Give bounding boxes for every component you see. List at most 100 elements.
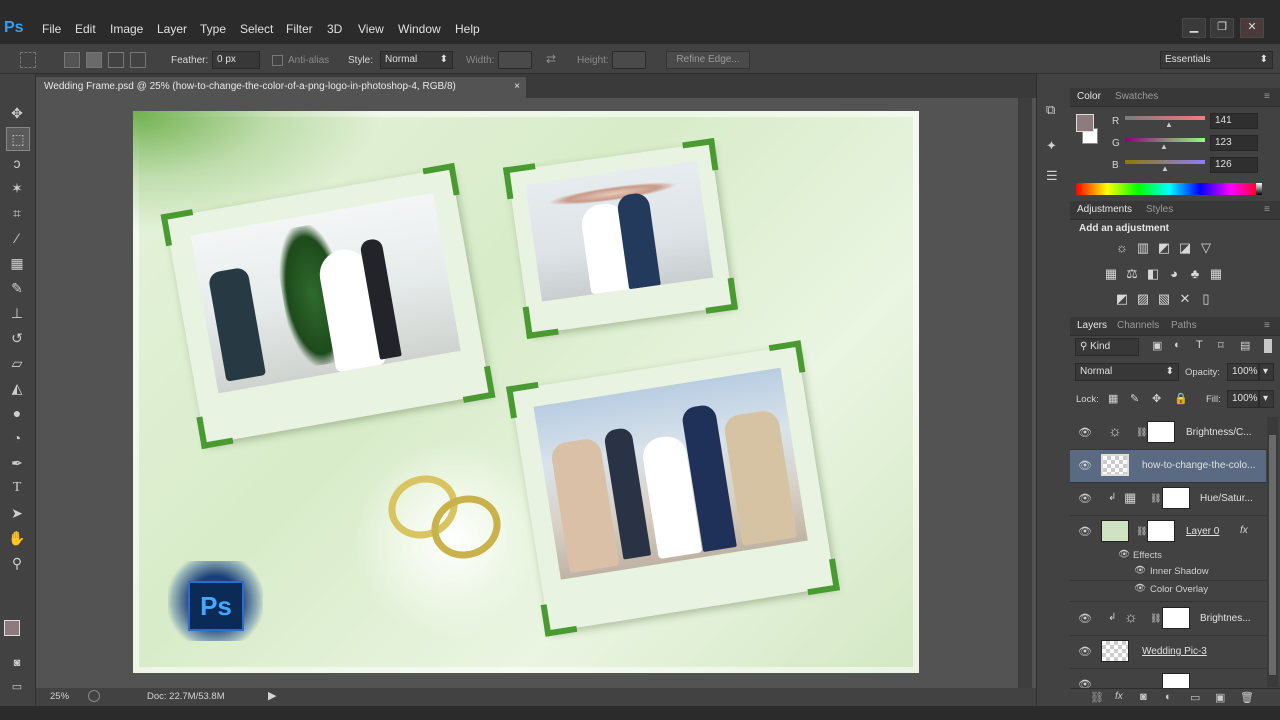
menu-select[interactable]: Select (240, 22, 273, 36)
layer-row[interactable]: 👁 Wedding Pic-3 (1070, 636, 1266, 669)
lasso-icon[interactable]: ↄ (6, 152, 28, 174)
tab-color[interactable]: Color (1077, 91, 1101, 102)
shape-filter-icon[interactable]: ⌑ (1218, 339, 1224, 352)
lock-position-icon[interactable]: ✥ (1152, 392, 1161, 405)
path-selection-icon[interactable]: ➤ (6, 502, 28, 524)
status-info-icon[interactable] (88, 690, 100, 702)
menu-file[interactable]: File (42, 22, 61, 36)
healing-brush-icon[interactable]: ▦ (6, 252, 28, 274)
brush-icon[interactable]: ✎ (6, 277, 28, 299)
zoom-level[interactable]: 25% (50, 691, 69, 702)
menu-layer[interactable]: Layer (157, 22, 187, 36)
pixel-filter-icon[interactable]: ▣ (1152, 339, 1162, 352)
screen-mode-icon[interactable]: ▭ (6, 676, 28, 698)
pen-icon[interactable]: ✒ (6, 452, 28, 474)
layer-name[interactable]: how-to-change-the-colo... (1142, 460, 1264, 471)
visibility-eye-icon[interactable]: 👁 (1078, 426, 1092, 439)
slider-thumb-icon[interactable]: ▲ (1165, 120, 1173, 129)
type-filter-icon[interactable]: T (1196, 339, 1203, 351)
visibility-eye-icon[interactable]: 👁 (1078, 678, 1092, 688)
layer-row[interactable]: 👁 ↲ ☼ ⛓ Brightnes... (1070, 603, 1266, 636)
menu-filter[interactable]: Filter (286, 22, 313, 36)
visibility-eye-icon[interactable]: 👁 (1078, 492, 1092, 505)
crop-icon[interactable]: ⌗ (6, 202, 28, 224)
brightness-contrast-icon[interactable]: ☼ (1114, 241, 1130, 255)
layer-mask-thumbnail[interactable] (1162, 607, 1190, 629)
magic-wand-icon[interactable]: ✶ (6, 177, 28, 199)
visibility-eye-icon[interactable]: 👁 (1078, 459, 1092, 472)
layer-thumbnail[interactable] (1101, 520, 1129, 542)
new-group-icon[interactable]: ▭ (1190, 691, 1200, 704)
chain-link-icon[interactable]: ⛓ (1150, 613, 1161, 624)
new-layer-icon[interactable]: ▣ (1215, 691, 1225, 704)
layer-thumbnail[interactable] (1101, 640, 1129, 662)
layer-name[interactable]: Brightnes... (1200, 613, 1264, 624)
refine-edge-button[interactable]: Refine Edge... (666, 51, 750, 69)
layer-mask-thumbnail[interactable] (1162, 487, 1190, 509)
eyedropper-icon[interactable]: ⁄ (6, 227, 28, 249)
paint-bucket-icon[interactable]: ◭ (6, 377, 28, 399)
visibility-eye-icon[interactable]: 👁 (1078, 612, 1092, 625)
menu-view[interactable]: View (358, 22, 384, 36)
color-balance-icon[interactable]: ⚖ (1124, 267, 1140, 281)
tab-adjustments[interactable]: Adjustments (1077, 204, 1132, 215)
tab-styles[interactable]: Styles (1146, 204, 1173, 215)
layer-thumbnail[interactable] (1101, 454, 1129, 476)
vertical-scrollbar[interactable] (1018, 98, 1032, 688)
new-selection-icon[interactable] (64, 52, 80, 68)
tool-presets-icon[interactable]: ✦ (1046, 138, 1062, 154)
width-input[interactable] (498, 51, 532, 69)
filter-toggle[interactable] (1264, 339, 1272, 353)
menu-window[interactable]: Window (398, 22, 441, 36)
color-spectrum-bar[interactable] (1076, 183, 1262, 195)
menu-3d[interactable]: 3D (327, 22, 342, 36)
add-style-icon[interactable]: fx (1115, 691, 1123, 702)
chain-link-icon[interactable]: ⛓ (1136, 526, 1147, 537)
properties-panel-icon[interactable]: ☰ (1046, 168, 1062, 184)
layers-scrollbar[interactable] (1267, 417, 1278, 687)
slider-thumb-icon[interactable]: ▲ (1160, 142, 1168, 151)
link-layers-icon[interactable]: ⛓ (1090, 691, 1104, 704)
clone-stamp-icon[interactable]: ⊥ (6, 302, 28, 324)
new-adjustment-icon[interactable]: ◐ (1165, 691, 1172, 703)
opacity-input[interactable]: 100% (1227, 363, 1259, 381)
green-value-input[interactable]: 123 (1210, 135, 1258, 151)
channel-mixer-icon[interactable]: ♣ (1187, 267, 1203, 281)
history-brush-icon[interactable]: ↺ (6, 327, 28, 349)
layer-row-selected[interactable]: 👁 how-to-change-the-colo... (1070, 450, 1266, 483)
layer-row[interactable]: 👁 ↲ ▦ ⛓ Hue/Satur... (1070, 483, 1266, 516)
add-mask-icon[interactable]: ◙ (1140, 691, 1147, 703)
visibility-eye-icon[interactable]: 👁 (1078, 525, 1092, 538)
hue-saturation-icon[interactable]: ▦ (1103, 267, 1119, 281)
exposure-icon[interactable]: ◪ (1177, 241, 1193, 255)
color-lookup-icon[interactable]: ▦ (1208, 267, 1224, 281)
document-canvas[interactable]: Ps (133, 111, 919, 673)
posterize-icon[interactable]: ▨ (1135, 292, 1151, 306)
layer-name[interactable]: Layer 0 (1186, 526, 1236, 537)
chain-link-icon[interactable]: ⛓ (1136, 427, 1147, 438)
status-menu-arrow-icon[interactable]: ▶ (268, 689, 276, 702)
quick-mask-icon[interactable]: ◙ (6, 652, 28, 674)
fx-badge[interactable]: fx (1240, 525, 1248, 536)
scroll-thumb[interactable] (1269, 435, 1276, 675)
threshold-icon[interactable]: ▧ (1156, 292, 1172, 306)
foreground-color-swatch[interactable] (4, 620, 20, 636)
panel-menu-icon[interactable]: ≡ (1264, 320, 1270, 331)
intersect-selection-icon[interactable] (130, 52, 146, 68)
adjustment-filter-icon[interactable]: ◐ (1174, 339, 1181, 351)
blur-icon[interactable]: ● (6, 402, 28, 424)
lock-all-icon[interactable]: 🔒 (1174, 392, 1188, 405)
invert-icon[interactable]: ◩ (1114, 292, 1130, 306)
curves-icon[interactable]: ◩ (1156, 241, 1172, 255)
menu-edit[interactable]: Edit (75, 22, 96, 36)
layer-mask-thumbnail[interactable] (1162, 673, 1190, 688)
menu-type[interactable]: Type (200, 22, 226, 36)
gradient-map-icon[interactable]: ▯ (1198, 292, 1214, 306)
close-tab-icon[interactable]: × (514, 77, 520, 97)
rectangular-marquee-icon[interactable]: ⬚ (6, 127, 30, 151)
vibrance-icon[interactable]: ▽ (1198, 241, 1214, 255)
close-window-button[interactable]: ✕ (1240, 18, 1264, 38)
move-tool-icon[interactable]: ✥ (6, 102, 28, 124)
feather-input[interactable]: 0 px (212, 51, 260, 69)
hand-icon[interactable]: ✋ (6, 527, 28, 549)
